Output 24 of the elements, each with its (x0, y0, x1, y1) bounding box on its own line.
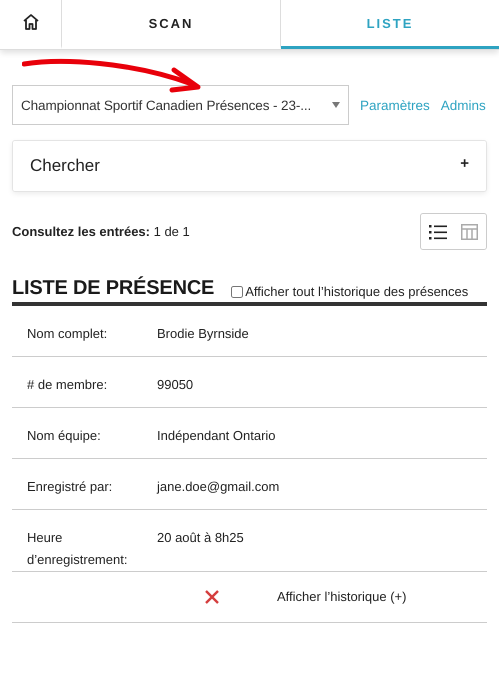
show-all-history-checkbox[interactable] (231, 286, 244, 298)
field-label: Enregistré par: (27, 478, 114, 496)
section-title: LISTE DE PRÉSENCE (12, 277, 214, 299)
delete-icon[interactable] (205, 590, 219, 604)
expand-toggle[interactable]: + (460, 154, 469, 172)
event-select[interactable]: Championnat Sportif Canadien Présences - 23-... (12, 85, 349, 125)
caret-icon (332, 102, 340, 108)
field-value: Indépendant Ontario (157, 427, 277, 445)
home-tab[interactable] (0, 0, 62, 49)
field-value: 20 août à 8h25 (157, 529, 245, 547)
search-panel-title[interactable]: Chercher (30, 156, 100, 176)
field-value: Brodie Byrnside (157, 325, 250, 343)
list-view-icon[interactable] (429, 224, 447, 240)
home-icon (20, 12, 40, 32)
field-label: Nom complet: (27, 325, 108, 343)
field-label: # de membre: (27, 376, 108, 394)
tab[interactable]: SCAN (62, 0, 281, 49)
history-link[interactable]: Afficher l’historique (+) (277, 586, 406, 608)
checkbox-label: Afficher tout l’historique des présences (245, 284, 468, 299)
field-label: Nom équipe: (27, 427, 102, 445)
field-value: jane.doe@gmail.com (157, 478, 280, 496)
field-label: Heure d’enregistrement: (27, 529, 128, 569)
field-value: 99050 (157, 376, 194, 394)
entries-count: Consultez les entrées: 1 de 1 (12, 224, 190, 239)
